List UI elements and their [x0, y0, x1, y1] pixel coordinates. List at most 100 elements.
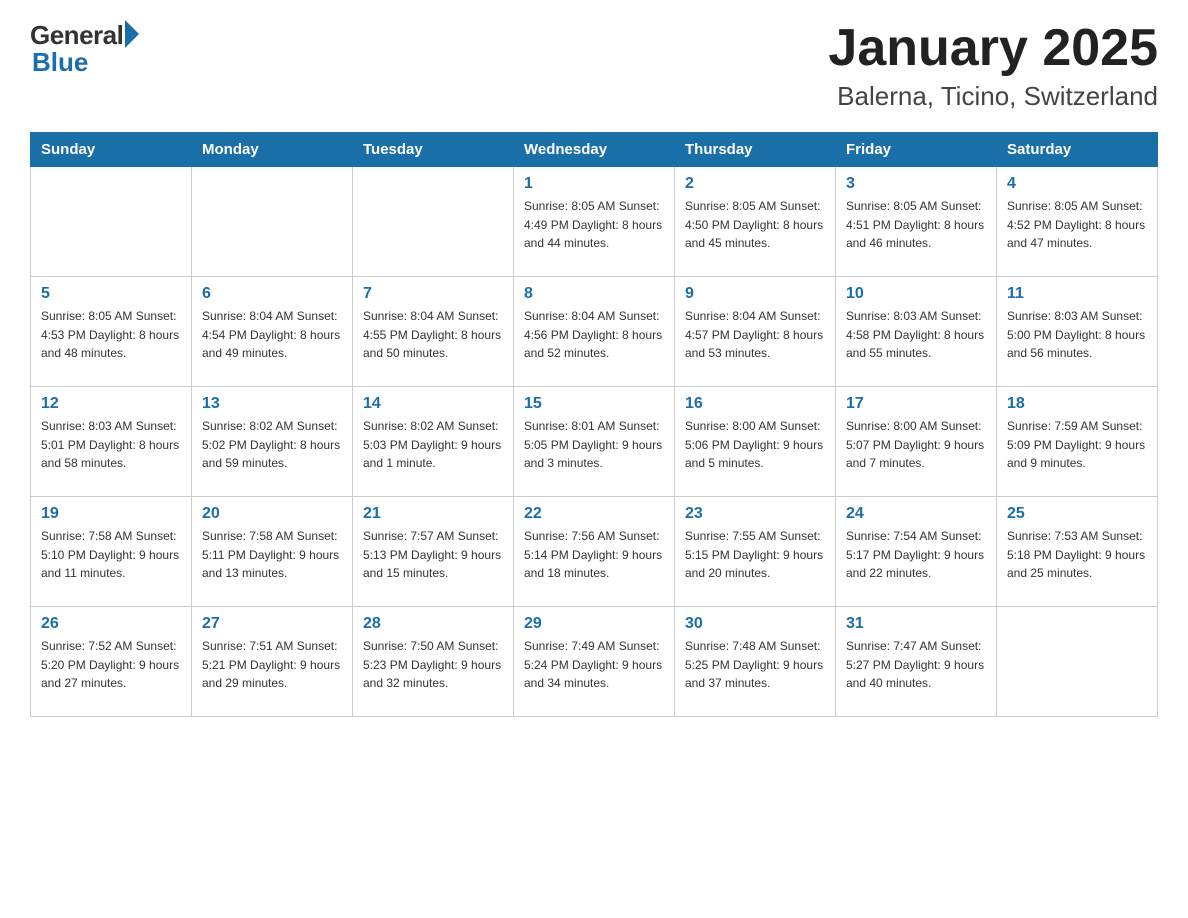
day-number: 6	[202, 285, 342, 303]
day-number: 5	[41, 285, 181, 303]
day-number: 4	[1007, 175, 1147, 193]
cell-w0-d0	[31, 167, 192, 277]
day-number: 26	[41, 615, 181, 633]
day-number: 22	[524, 505, 664, 523]
day-info: Sunrise: 7:59 AM Sunset: 5:09 PM Dayligh…	[1007, 417, 1147, 473]
cell-w4-d4: 30 Sunrise: 7:48 AM Sunset: 5:25 PM Dayli…	[675, 607, 836, 717]
day-info: Sunrise: 8:02 AM Sunset: 5:02 PM Dayligh…	[202, 417, 342, 473]
day-number: 23	[685, 505, 825, 523]
day-info: Sunrise: 8:00 AM Sunset: 5:07 PM Dayligh…	[846, 417, 986, 473]
week-row-4: 26 Sunrise: 7:52 AM Sunset: 5:20 PM Dayli…	[31, 607, 1158, 717]
title-block: January 2025 Balerna, Ticino, Switzerlan…	[828, 20, 1158, 112]
day-number: 7	[363, 285, 503, 303]
day-number: 20	[202, 505, 342, 523]
header-tuesday: Tuesday	[353, 133, 514, 167]
day-number: 3	[846, 175, 986, 193]
day-number: 9	[685, 285, 825, 303]
day-number: 16	[685, 395, 825, 413]
week-row-0: 1Sunrise: 8:05 AM Sunset: 4:49 PM Daylig…	[31, 167, 1158, 277]
cell-w0-d1	[192, 167, 353, 277]
cell-w3-d3: 22 Sunrise: 7:56 AM Sunset: 5:14 PM Dayli…	[514, 497, 675, 607]
header-row: Sunday Monday Tuesday Wednesday Thursday…	[31, 133, 1158, 167]
day-number: 31	[846, 615, 986, 633]
day-info: Sunrise: 8:03 AM Sunset: 5:00 PM Dayligh…	[1007, 307, 1147, 363]
header-sunday: Sunday	[31, 133, 192, 167]
day-info: Sunrise: 8:01 AM Sunset: 5:05 PM Dayligh…	[524, 417, 664, 473]
day-info: Sunrise: 8:04 AM Sunset: 4:54 PM Dayligh…	[202, 307, 342, 363]
day-number: 10	[846, 285, 986, 303]
day-number: 13	[202, 395, 342, 413]
cell-w0-d5: 3 Sunrise: 8:05 AM Sunset: 4:51 PM Daylig…	[836, 167, 997, 277]
cell-w1-d3: 8Sunrise: 8:04 AM Sunset: 4:56 PM Daylig…	[514, 277, 675, 387]
day-number: 21	[363, 505, 503, 523]
header-thursday: Thursday	[675, 133, 836, 167]
day-number: 30	[685, 615, 825, 633]
cell-w0-d4: 2 Sunrise: 8:05 AM Sunset: 4:50 PM Daylig…	[675, 167, 836, 277]
day-info: Sunrise: 8:05 AM Sunset: 4:50 PM Dayligh…	[685, 197, 825, 253]
day-number: 11	[1007, 285, 1147, 303]
day-info: Sunrise: 8:05 AM Sunset: 4:49 PM Dayligh…	[524, 197, 664, 253]
cell-w2-d6: 18 Sunrise: 7:59 AM Sunset: 5:09 PM Dayli…	[997, 387, 1158, 497]
cell-w2-d3: 15 Sunrise: 8:01 AM Sunset: 5:05 PM Dayli…	[514, 387, 675, 497]
day-info: Sunrise: 7:52 AM Sunset: 5:20 PM Dayligh…	[41, 637, 181, 693]
calendar-body: 1Sunrise: 8:05 AM Sunset: 4:49 PM Daylig…	[31, 167, 1158, 717]
header-saturday: Saturday	[997, 133, 1158, 167]
day-number: 28	[363, 615, 503, 633]
cell-w3-d5: 24Sunrise: 7:54 AM Sunset: 5:17 PM Dayli…	[836, 497, 997, 607]
day-info: Sunrise: 7:53 AM Sunset: 5:18 PM Dayligh…	[1007, 527, 1147, 583]
cell-w4-d3: 29 Sunrise: 7:49 AM Sunset: 5:24 PM Dayli…	[514, 607, 675, 717]
calendar-subtitle: Balerna, Ticino, Switzerland	[828, 81, 1158, 112]
cell-w0-d6: 4 Sunrise: 8:05 AM Sunset: 4:52 PM Daylig…	[997, 167, 1158, 277]
day-number: 18	[1007, 395, 1147, 413]
calendar-title: January 2025	[828, 20, 1158, 77]
cell-w3-d1: 20Sunrise: 7:58 AM Sunset: 5:11 PM Dayli…	[192, 497, 353, 607]
day-number: 24	[846, 505, 986, 523]
day-info: Sunrise: 8:04 AM Sunset: 4:57 PM Dayligh…	[685, 307, 825, 363]
header-wednesday: Wednesday	[514, 133, 675, 167]
cell-w0-d3: 1Sunrise: 8:05 AM Sunset: 4:49 PM Daylig…	[514, 167, 675, 277]
logo: General Blue	[30, 20, 139, 78]
week-row-1: 5 Sunrise: 8:05 AM Sunset: 4:53 PM Daylig…	[31, 277, 1158, 387]
cell-w4-d2: 28Sunrise: 7:50 AM Sunset: 5:23 PM Dayli…	[353, 607, 514, 717]
cell-w1-d1: 6 Sunrise: 8:04 AM Sunset: 4:54 PM Daylig…	[192, 277, 353, 387]
cell-w3-d0: 19Sunrise: 7:58 AM Sunset: 5:10 PM Dayli…	[31, 497, 192, 607]
day-info: Sunrise: 8:05 AM Sunset: 4:51 PM Dayligh…	[846, 197, 986, 253]
cell-w1-d5: 10Sunrise: 8:03 AM Sunset: 4:58 PM Dayli…	[836, 277, 997, 387]
day-info: Sunrise: 8:05 AM Sunset: 4:52 PM Dayligh…	[1007, 197, 1147, 253]
cell-w1-d4: 9 Sunrise: 8:04 AM Sunset: 4:57 PM Daylig…	[675, 277, 836, 387]
cell-w2-d2: 14Sunrise: 8:02 AM Sunset: 5:03 PM Dayli…	[353, 387, 514, 497]
day-number: 14	[363, 395, 503, 413]
day-info: Sunrise: 7:56 AM Sunset: 5:14 PM Dayligh…	[524, 527, 664, 583]
page-header: General Blue January 2025 Balerna, Ticin…	[30, 20, 1158, 112]
calendar-table: Sunday Monday Tuesday Wednesday Thursday…	[30, 132, 1158, 717]
day-info: Sunrise: 7:58 AM Sunset: 5:10 PM Dayligh…	[41, 527, 181, 583]
cell-w4-d5: 31 Sunrise: 7:47 AM Sunset: 5:27 PM Dayli…	[836, 607, 997, 717]
day-number: 27	[202, 615, 342, 633]
cell-w3-d2: 21 Sunrise: 7:57 AM Sunset: 5:13 PM Dayli…	[353, 497, 514, 607]
cell-w2-d4: 16 Sunrise: 8:00 AM Sunset: 5:06 PM Dayli…	[675, 387, 836, 497]
logo-blue-text: Blue	[32, 47, 88, 78]
day-info: Sunrise: 8:03 AM Sunset: 5:01 PM Dayligh…	[41, 417, 181, 473]
cell-w3-d4: 23Sunrise: 7:55 AM Sunset: 5:15 PM Dayli…	[675, 497, 836, 607]
day-number: 29	[524, 615, 664, 633]
day-number: 2	[685, 175, 825, 193]
logo-arrow-icon	[125, 20, 139, 48]
day-number: 15	[524, 395, 664, 413]
cell-w4-d6	[997, 607, 1158, 717]
cell-w2-d0: 12 Sunrise: 8:03 AM Sunset: 5:01 PM Dayli…	[31, 387, 192, 497]
cell-w1-d0: 5 Sunrise: 8:05 AM Sunset: 4:53 PM Daylig…	[31, 277, 192, 387]
day-info: Sunrise: 8:04 AM Sunset: 4:56 PM Dayligh…	[524, 307, 664, 363]
day-info: Sunrise: 8:00 AM Sunset: 5:06 PM Dayligh…	[685, 417, 825, 473]
day-number: 12	[41, 395, 181, 413]
cell-w4-d0: 26 Sunrise: 7:52 AM Sunset: 5:20 PM Dayli…	[31, 607, 192, 717]
day-info: Sunrise: 7:47 AM Sunset: 5:27 PM Dayligh…	[846, 637, 986, 693]
day-info: Sunrise: 8:05 AM Sunset: 4:53 PM Dayligh…	[41, 307, 181, 363]
day-info: Sunrise: 7:57 AM Sunset: 5:13 PM Dayligh…	[363, 527, 503, 583]
week-row-3: 19Sunrise: 7:58 AM Sunset: 5:10 PM Dayli…	[31, 497, 1158, 607]
day-info: Sunrise: 7:48 AM Sunset: 5:25 PM Dayligh…	[685, 637, 825, 693]
calendar-header: Sunday Monday Tuesday Wednesday Thursday…	[31, 133, 1158, 167]
cell-w1-d6: 11 Sunrise: 8:03 AM Sunset: 5:00 PM Dayli…	[997, 277, 1158, 387]
cell-w0-d2	[353, 167, 514, 277]
cell-w4-d1: 27Sunrise: 7:51 AM Sunset: 5:21 PM Dayli…	[192, 607, 353, 717]
day-info: Sunrise: 7:49 AM Sunset: 5:24 PM Dayligh…	[524, 637, 664, 693]
